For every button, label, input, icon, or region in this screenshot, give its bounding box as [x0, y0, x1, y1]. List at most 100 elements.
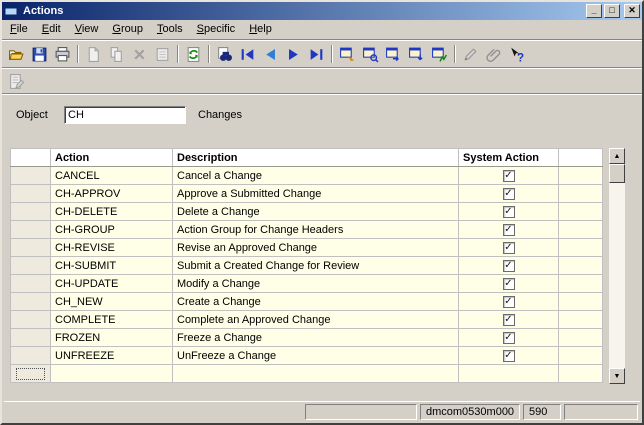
row-selector[interactable]: [11, 203, 51, 221]
run-session-button[interactable]: [428, 43, 451, 65]
down-arrow-icon: ▼: [614, 373, 621, 380]
row-selector[interactable]: [11, 239, 51, 257]
copy-button[interactable]: [105, 43, 128, 65]
app-icon[interactable]: [4, 4, 20, 18]
description-cell[interactable]: Cancel a Change: [173, 167, 459, 185]
row-selector[interactable]: [11, 329, 51, 347]
system-action-cell: ✓: [459, 257, 559, 275]
window-title: Actions: [23, 5, 584, 17]
row-selector[interactable]: [11, 257, 51, 275]
description-cell[interactable]: Action Group for Change Headers: [173, 221, 459, 239]
description-cell[interactable]: Revise an Approved Change: [173, 239, 459, 257]
sign-button[interactable]: [459, 43, 482, 65]
action-cell[interactable]: CH-REVISE: [51, 239, 173, 257]
empty-cell[interactable]: [51, 365, 173, 383]
row-selector[interactable]: [11, 185, 51, 203]
scrollbar-thumb[interactable]: [609, 164, 625, 183]
form-area: Object Changes: [2, 95, 642, 125]
row-selector[interactable]: [11, 275, 51, 293]
description-cell[interactable]: Create a Change: [173, 293, 459, 311]
filler-cell: [559, 329, 603, 347]
maximize-button[interactable]: □: [604, 4, 620, 18]
system-action-checkbox[interactable]: ✓: [503, 332, 515, 344]
start-session-button[interactable]: [336, 43, 359, 65]
text-editor-button[interactable]: [5, 70, 28, 92]
next-record-button[interactable]: [282, 43, 305, 65]
row-selector[interactable]: [11, 347, 51, 365]
description-cell[interactable]: Delete a Change: [173, 203, 459, 221]
action-cell[interactable]: CH-SUBMIT: [51, 257, 173, 275]
menu-tools[interactable]: Tools: [150, 21, 190, 38]
row-selector[interactable]: [11, 293, 51, 311]
close-button[interactable]: ✕: [624, 4, 640, 18]
action-cell[interactable]: FROZEN: [51, 329, 173, 347]
menu-view[interactable]: View: [68, 21, 106, 38]
action-cell[interactable]: UNFREEZE: [51, 347, 173, 365]
menu-file[interactable]: File: [3, 21, 35, 38]
save-button[interactable]: [28, 43, 51, 65]
menu-group[interactable]: Group: [105, 21, 150, 38]
action-cell[interactable]: CH-APPROV: [51, 185, 173, 203]
last-record-button[interactable]: [305, 43, 328, 65]
find-button[interactable]: [213, 43, 236, 65]
system-action-checkbox[interactable]: ✓: [503, 296, 515, 308]
vertical-scrollbar[interactable]: ▲ ▼: [609, 148, 625, 384]
zoom-session-button[interactable]: [359, 43, 382, 65]
description-cell[interactable]: Submit a Created Change for Review: [173, 257, 459, 275]
refresh-button[interactable]: [182, 43, 205, 65]
row-selector[interactable]: [11, 221, 51, 239]
system-action-checkbox[interactable]: ✓: [503, 350, 515, 362]
properties-button[interactable]: [151, 43, 174, 65]
header-row: Action Description System Action: [11, 149, 603, 167]
action-cell[interactable]: CH_NEW: [51, 293, 173, 311]
system-action-checkbox[interactable]: ✓: [503, 188, 515, 200]
menu-edit[interactable]: Edit: [35, 21, 68, 38]
description-cell[interactable]: Modify a Change: [173, 275, 459, 293]
related-session-button[interactable]: [382, 43, 405, 65]
scroll-up-button[interactable]: ▲: [609, 148, 625, 164]
action-cell[interactable]: CH-UPDATE: [51, 275, 173, 293]
table-row: CH-APPROV Approve a Submitted Change ✓: [11, 185, 603, 203]
new-button[interactable]: [82, 43, 105, 65]
empty-cell[interactable]: [173, 365, 459, 383]
minimize-button[interactable]: _: [586, 4, 602, 18]
delete-button[interactable]: [128, 43, 151, 65]
row-selector[interactable]: [11, 167, 51, 185]
system-action-checkbox[interactable]: ✓: [503, 206, 515, 218]
filler-cell: [559, 275, 603, 293]
menu-help[interactable]: Help: [242, 21, 279, 38]
system-action-checkbox[interactable]: ✓: [503, 314, 515, 326]
related-session-icon: [385, 46, 402, 63]
detail-session-button[interactable]: [405, 43, 428, 65]
attachment-icon: [485, 46, 502, 63]
action-cell[interactable]: CH-GROUP: [51, 221, 173, 239]
first-record-button[interactable]: [236, 43, 259, 65]
context-help-button[interactable]: ?: [505, 43, 528, 65]
object-input[interactable]: [64, 106, 186, 124]
action-cell[interactable]: COMPLETE: [51, 311, 173, 329]
action-cell[interactable]: CH-DELETE: [51, 203, 173, 221]
text-editor-icon: [8, 73, 25, 90]
description-cell[interactable]: Freeze a Change: [173, 329, 459, 347]
app-window-icon: [4, 3, 20, 19]
system-action-checkbox[interactable]: ✓: [503, 278, 515, 290]
description-cell[interactable]: UnFreeze a Change: [173, 347, 459, 365]
print-button[interactable]: [51, 43, 74, 65]
action-cell[interactable]: CANCEL: [51, 167, 173, 185]
description-cell[interactable]: Complete an Approved Change: [173, 311, 459, 329]
system-action-checkbox[interactable]: ✓: [503, 260, 515, 272]
system-action-checkbox[interactable]: ✓: [503, 224, 515, 236]
menu-specific[interactable]: Specific: [190, 21, 243, 38]
toolbar-separator: [454, 45, 456, 63]
description-cell[interactable]: Approve a Submitted Change: [173, 185, 459, 203]
statusbar: dmcom0530m000 590: [4, 401, 640, 421]
object-description: Changes: [198, 109, 242, 121]
system-action-checkbox[interactable]: ✓: [503, 170, 515, 182]
attachment-button[interactable]: [482, 43, 505, 65]
system-action-checkbox[interactable]: ✓: [503, 242, 515, 254]
open-button[interactable]: [5, 43, 28, 65]
row-selector[interactable]: [11, 311, 51, 329]
row-selector-focused[interactable]: [11, 365, 51, 383]
scroll-down-button[interactable]: ▼: [609, 368, 625, 384]
previous-record-button[interactable]: [259, 43, 282, 65]
